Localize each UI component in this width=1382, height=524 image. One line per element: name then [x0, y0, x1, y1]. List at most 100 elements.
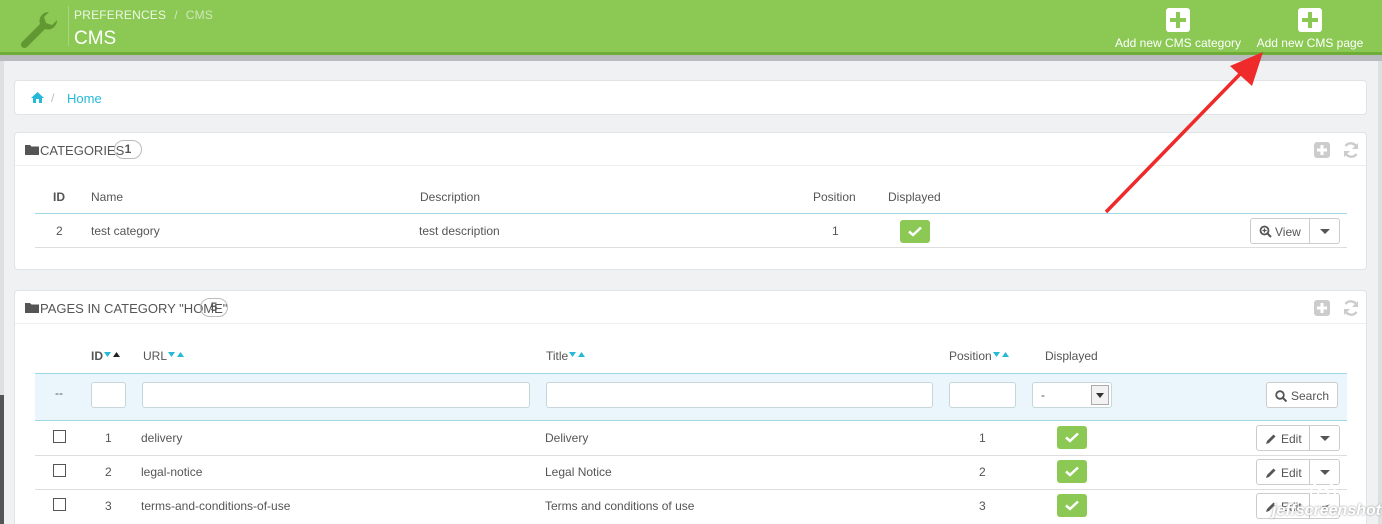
check-icon	[908, 226, 922, 237]
row-checkbox[interactable]	[53, 430, 66, 443]
add-cms-category-label: Add new CMS category	[1114, 36, 1242, 50]
categories-panel-header: CATEGORIES 1	[15, 133, 1366, 166]
header-bar: PREFERENCES / CMS CMS Add new CMS category…	[0, 0, 1382, 52]
filter-title-input[interactable]	[546, 382, 933, 408]
filter-position-input[interactable]	[949, 382, 1016, 408]
header-divider	[68, 6, 69, 46]
edit-button[interactable]: Edit	[1256, 425, 1340, 451]
add-cms-page-label: Add new CMS page	[1256, 36, 1364, 50]
category-name[interactable]: test category	[91, 224, 160, 238]
page-position[interactable]: 1	[979, 431, 986, 445]
displayed-toggle[interactable]	[1057, 460, 1087, 483]
breadcrumb-home-link[interactable]: Home	[67, 91, 102, 106]
col-name: Name	[91, 190, 124, 204]
refresh-icon[interactable]	[1342, 141, 1360, 159]
displayed-toggle[interactable]	[1057, 426, 1087, 449]
col-position: Position	[813, 190, 856, 204]
scrollbar-track[interactable]	[1378, 61, 1382, 524]
filter-displayed-value: -	[1041, 388, 1045, 402]
check-icon	[1065, 432, 1079, 443]
categories-title: CATEGORIES	[40, 143, 125, 158]
page-url[interactable]: terms-and-conditions-of-use	[141, 499, 290, 513]
add-icon[interactable]	[1313, 141, 1331, 159]
displayed-toggle[interactable]	[1057, 494, 1087, 517]
add-cms-category-button[interactable]: Add new CMS category	[1112, 8, 1244, 50]
wrench-icon	[20, 11, 58, 49]
breadcrumb-current: CMS	[185, 8, 214, 22]
page-id: 2	[105, 465, 112, 479]
categories-panel: CATEGORIES 1 ID Name Description Positio…	[14, 132, 1367, 270]
page-position[interactable]: 3	[979, 499, 986, 513]
categories-count-badge: 1	[114, 140, 142, 159]
col-displayed: Displayed	[888, 190, 941, 204]
category-id: 2	[56, 224, 63, 238]
pages-panel-header: PAGES IN CATEGORY "HOME" 5	[15, 291, 1366, 324]
page-url[interactable]: legal-notice	[141, 465, 202, 479]
check-icon	[1065, 500, 1079, 511]
header-breadcrumb: PREFERENCES / CMS	[74, 8, 213, 22]
page-title[interactable]: Legal Notice	[545, 465, 612, 479]
plus-icon	[1166, 8, 1190, 32]
check-icon	[1065, 466, 1079, 477]
row-divider	[35, 489, 1347, 490]
col-url-label: URL	[143, 349, 168, 363]
page-id: 1	[105, 431, 112, 445]
plus-icon	[1298, 8, 1322, 32]
add-cms-page-button[interactable]: Add new CMS page	[1254, 8, 1366, 50]
page-title[interactable]: Delivery	[545, 431, 588, 445]
row-checkbox[interactable]	[53, 464, 66, 477]
col-id: ID	[53, 190, 65, 204]
sort-icon[interactable]	[167, 351, 185, 359]
col-position-label: Position	[949, 349, 992, 363]
home-icon[interactable]	[31, 92, 44, 103]
filter-row: -- - Search	[35, 373, 1347, 421]
sort-icon[interactable]	[568, 351, 586, 359]
breadcrumb-separator: /	[51, 91, 55, 105]
page-title: CMS	[74, 28, 117, 49]
breadcrumb-separator: /	[174, 8, 178, 22]
view-button[interactable]: View	[1250, 218, 1340, 244]
page-position[interactable]: 2	[979, 465, 986, 479]
view-label: View	[1275, 225, 1301, 239]
edit-dropdown-toggle[interactable]	[1309, 426, 1339, 450]
sort-icon[interactable]	[103, 351, 121, 359]
zoom-icon	[1259, 225, 1272, 238]
col-id[interactable]: ID	[91, 349, 121, 363]
sort-icon[interactable]	[992, 351, 1010, 359]
folder-icon	[25, 145, 39, 155]
chevron-down-icon	[1091, 385, 1109, 405]
add-icon[interactable]	[1313, 299, 1331, 317]
view-dropdown-toggle[interactable]	[1309, 219, 1339, 243]
row-checkbox[interactable]	[53, 498, 66, 511]
search-icon	[1275, 390, 1287, 402]
header-divider	[35, 213, 1347, 214]
bulk-placeholder: --	[55, 386, 63, 400]
displayed-toggle[interactable]	[900, 220, 930, 243]
search-button[interactable]: Search	[1266, 382, 1338, 408]
category-description[interactable]: test description	[419, 224, 500, 238]
page-title[interactable]: Terms and conditions of use	[545, 499, 694, 513]
filter-displayed-select[interactable]: -	[1032, 382, 1112, 408]
col-title[interactable]: Title	[546, 349, 586, 363]
col-id-label: ID	[91, 349, 103, 363]
watermark-text: jeffscreenshot	[1272, 502, 1382, 519]
col-position[interactable]: Position	[949, 349, 1010, 363]
pages-count-badge: 5	[200, 298, 228, 317]
filter-url-input[interactable]	[142, 382, 530, 408]
category-position[interactable]: 1	[832, 224, 839, 238]
col-url[interactable]: URL	[143, 349, 185, 363]
pages-panel: PAGES IN CATEGORY "HOME" 5 ID URL Title …	[14, 290, 1367, 524]
refresh-icon[interactable]	[1342, 299, 1360, 317]
breadcrumb-parent[interactable]: PREFERENCES	[74, 8, 166, 22]
search-label: Search	[1291, 389, 1330, 403]
col-displayed: Displayed	[1045, 349, 1098, 363]
row-divider	[35, 455, 1347, 456]
folder-icon	[25, 303, 39, 313]
pencil-icon	[1266, 434, 1276, 444]
row-divider	[35, 247, 1347, 248]
left-dark-edge	[0, 395, 4, 524]
panel-toolbar	[1313, 299, 1362, 317]
page-url[interactable]: delivery	[141, 431, 182, 445]
filter-id-input[interactable]	[91, 382, 126, 408]
col-title-label: Title	[546, 349, 569, 363]
